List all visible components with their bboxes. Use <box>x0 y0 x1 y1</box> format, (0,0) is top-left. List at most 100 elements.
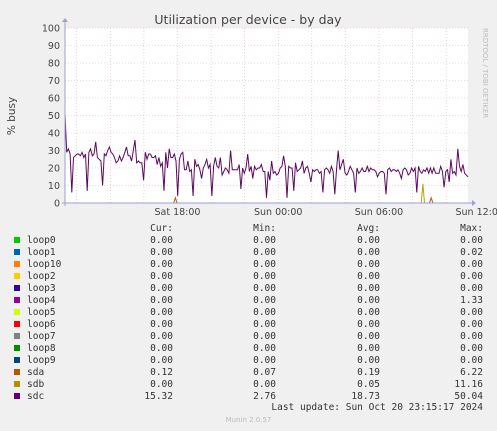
x-tick-label: Sun 00:00 <box>254 207 302 218</box>
x-tick-label: Sun 06:00 <box>355 207 403 218</box>
legend-swatch <box>14 237 20 243</box>
legend-avg: 0.00 <box>357 283 380 294</box>
legend-avg: 0.19 <box>357 367 380 378</box>
y-tick-label: 50 <box>48 111 60 122</box>
y-tick-label: 70 <box>48 76 60 87</box>
y-tick-label: 10 <box>48 181 60 192</box>
legend-row: sdb 0.00 0.00 0.05 11.16 <box>0 379 497 391</box>
legend-name: loop1 <box>27 247 56 258</box>
legend-name: loop8 <box>27 343 56 354</box>
legend-swatch <box>14 393 20 399</box>
legend-cur: 15.32 <box>144 391 173 402</box>
legend-min: 0.07 <box>253 367 276 378</box>
legend-name: loop2 <box>27 271 56 282</box>
legend-name: loop4 <box>27 295 56 306</box>
legend-max: 0.00 <box>460 307 483 318</box>
y-axis-label: % busy <box>6 97 18 135</box>
legend-min: 2.76 <box>253 391 276 402</box>
y-tick-label: 80 <box>48 59 60 70</box>
legend-max: 0.00 <box>460 355 483 366</box>
legend-cur: 0.00 <box>150 235 173 246</box>
legend-max: 6.22 <box>460 367 483 378</box>
legend-max: 0.02 <box>460 247 483 258</box>
legend-min: 0.00 <box>253 283 276 294</box>
y-tick-label: 30 <box>48 146 60 157</box>
legend-avg: 0.00 <box>357 355 380 366</box>
legend-cur: 0.00 <box>150 283 173 294</box>
legend-max: 11.16 <box>454 379 483 390</box>
legend-swatch <box>14 369 20 375</box>
legend-max: 0.00 <box>460 331 483 342</box>
header-min: Min: <box>253 223 276 234</box>
legend-min: 0.00 <box>253 307 276 318</box>
legend-max: 50.04 <box>454 391 483 402</box>
legend-name: loop3 <box>27 283 56 294</box>
legend-row: loop4 0.00 0.00 0.00 1.33 <box>0 295 497 307</box>
legend-name: sda <box>27 367 45 378</box>
y-tick-label: 0 <box>54 199 60 210</box>
y-ticks: 0 10 20 30 40 50 60 70 80 90 100 <box>42 24 60 210</box>
x-tick-label: Sat 18:00 <box>155 207 201 218</box>
legend-row: loop1 0.00 0.00 0.00 0.02 <box>0 247 497 259</box>
header-avg: Avg: <box>357 223 380 234</box>
legend-row: loop7 0.00 0.00 0.00 0.00 <box>0 331 497 343</box>
y-tick-label: 90 <box>48 41 60 52</box>
y-tick-label: 60 <box>48 94 60 105</box>
legend-name: sdb <box>27 379 45 390</box>
legend-swatch <box>14 261 20 267</box>
legend-cur: 0.00 <box>150 259 173 270</box>
legend-avg: 0.00 <box>357 271 380 282</box>
y-axis-arrow <box>62 18 68 22</box>
legend-max: 0.00 <box>460 343 483 354</box>
legend-swatch <box>14 381 20 387</box>
legend-max: 0.00 <box>460 259 483 270</box>
legend-max: 0.00 <box>460 271 483 282</box>
header-cur: Cur: <box>150 223 173 234</box>
legend-avg: 0.00 <box>357 331 380 342</box>
legend-row: loop6 0.00 0.00 0.00 0.00 <box>0 319 497 331</box>
legend-min: 0.00 <box>253 331 276 342</box>
chart-title: Utilization per device - by day <box>154 12 342 27</box>
legend-cur: 0.00 <box>150 295 173 306</box>
legend-cur: 0.00 <box>150 331 173 342</box>
legend-swatch <box>14 333 20 339</box>
footer: Munin 2.0.57 <box>225 416 272 424</box>
legend-avg: 0.00 <box>357 247 380 258</box>
legend-swatch <box>14 297 20 303</box>
legend-min: 0.00 <box>253 259 276 270</box>
y-tick-label: 40 <box>48 129 60 140</box>
legend-row: loop2 0.00 0.00 0.00 0.00 <box>0 271 497 283</box>
legend-row: loop8 0.00 0.00 0.00 0.00 <box>0 343 497 355</box>
legend-min: 0.00 <box>253 235 276 246</box>
legend-avg: 0.00 <box>357 235 380 246</box>
legend-min: 0.00 <box>253 295 276 306</box>
last-update: Last update: Sun Oct 20 23:15:17 2024 <box>0 402 497 414</box>
legend-swatch <box>14 273 20 279</box>
legend-swatch <box>14 357 20 363</box>
legend-max: 0.00 <box>460 319 483 330</box>
legend-avg: 0.00 <box>357 295 380 306</box>
legend-name: loop5 <box>27 307 56 318</box>
legend-row: loop9 0.00 0.00 0.00 0.00 <box>0 355 497 367</box>
header-max: Max: <box>460 223 483 234</box>
legend-swatch <box>14 321 20 327</box>
legend-avg: 0.00 <box>357 343 380 354</box>
legend-min: 0.00 <box>253 355 276 366</box>
x-axis-arrow <box>472 200 476 206</box>
legend-min: 0.00 <box>253 319 276 330</box>
legend-min: 0.00 <box>253 379 276 390</box>
legend-cur: 0.00 <box>150 343 173 354</box>
legend-cur: 0.00 <box>150 307 173 318</box>
legend-avg: 18.73 <box>351 391 380 402</box>
legend-swatch <box>14 345 20 351</box>
legend-row: loop10 0.00 0.00 0.00 0.00 <box>0 259 497 271</box>
legend-row: loop5 0.00 0.00 0.00 0.00 <box>0 307 497 319</box>
legend-row: loop0 0.00 0.00 0.00 0.00 <box>0 235 497 247</box>
legend-max: 0.00 <box>460 283 483 294</box>
last-update-text: Last update: Sun Oct 20 23:15:17 2024 <box>271 402 483 413</box>
legend-swatch <box>14 249 20 255</box>
legend-name: loop0 <box>27 235 56 246</box>
legend-min: 0.00 <box>253 271 276 282</box>
legend-max: 1.33 <box>460 295 483 306</box>
legend-cur: 0.12 <box>150 367 173 378</box>
